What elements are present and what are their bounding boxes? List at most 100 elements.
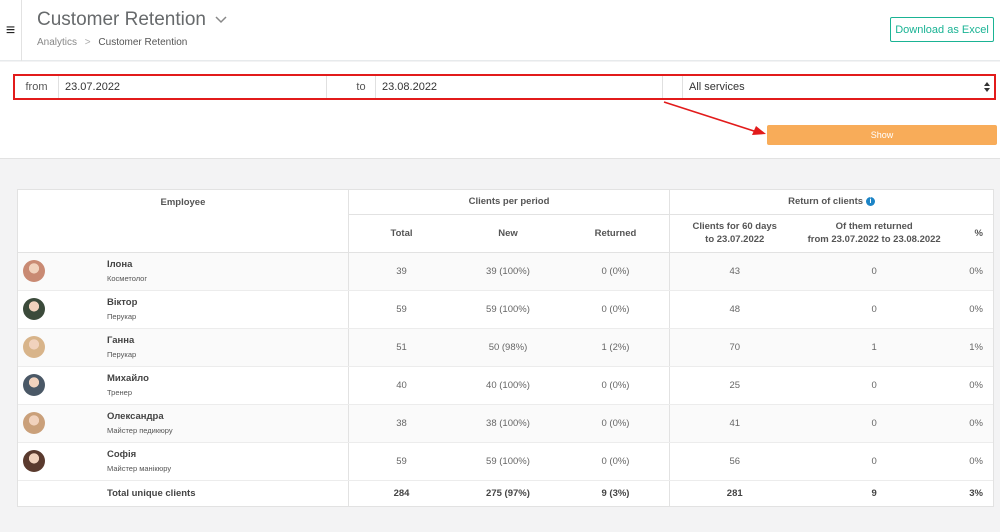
header-employee[interactable]: Employee (18, 190, 349, 253)
totals-total: 284 (347, 480, 455, 506)
cell-total: 59 (347, 442, 455, 481)
header-returned[interactable]: Returned (561, 214, 670, 253)
page-title-row[interactable]: Customer Retention (37, 9, 228, 31)
employee-cell: Михайло Тренер (18, 366, 349, 405)
header-of-them-returned[interactable]: Of them returned from 23.07.2022 to 23.0… (799, 214, 949, 253)
header-return-of-clients: Return of clients i (669, 190, 993, 215)
employee-cell: Софія Майстер манікюру (18, 442, 349, 481)
cell-of-them: 0 (799, 290, 949, 329)
table-row[interactable]: Ганна Перукар 51 50 (98%) 1 (2%) 70 1 1% (18, 328, 993, 367)
cell-clients60: 41 (669, 404, 800, 443)
retention-table-container: Employee Clients per period Return of cl… (17, 189, 994, 507)
avatar (23, 260, 45, 282)
cell-total: 39 (347, 252, 455, 291)
cell-returned: 0 (0%) (561, 404, 670, 443)
employee-role: Косметолог (107, 274, 148, 283)
header-percent[interactable]: % (949, 214, 993, 253)
employee-cell: Ілона Косметолог (18, 252, 349, 291)
employee-role: Майстер педикюру (107, 426, 173, 435)
cell-returned: 0 (0%) (561, 442, 670, 481)
employee-role: Майстер манікюру (107, 464, 172, 473)
employee-cell: Ганна Перукар (18, 328, 349, 367)
retention-table: Employee Clients per period Return of cl… (18, 190, 993, 506)
download-excel-button[interactable]: Download as Excel (890, 17, 994, 42)
cell-total: 40 (347, 366, 455, 405)
employee-name[interactable]: Софія (107, 449, 171, 460)
cell-new: 59 (100%) (454, 290, 562, 329)
table-row[interactable]: Михайло Тренер 40 40 (100%) 0 (0%) 25 0 0% (18, 366, 993, 405)
cell-total: 59 (347, 290, 455, 329)
totals-of-them: 9 (871, 487, 877, 499)
cell-pct: 0% (949, 404, 993, 443)
employee-name[interactable]: Віктор (107, 297, 137, 308)
cell-new: 39 (100%) (454, 252, 562, 291)
table-row[interactable]: Олександра Майстер педикюру 38 38 (100%) 0 (… (18, 404, 993, 443)
breadcrumb-analytics[interactable]: Analytics (37, 37, 77, 48)
employee-cell: Олександра Майстер педикюру (18, 404, 349, 443)
cell-pct: 1% (949, 328, 993, 367)
cell-total: 51 (347, 328, 455, 367)
cell-of-them: 0 (799, 404, 949, 443)
cell-total: 38 (347, 404, 455, 443)
avatar (23, 298, 45, 320)
employee-name[interactable]: Михайло (107, 373, 149, 384)
chevron-down-icon[interactable] (214, 13, 228, 27)
header-new[interactable]: New (454, 214, 562, 253)
breadcrumb-current: Customer Retention (98, 37, 188, 48)
employee-name[interactable]: Ганна (107, 335, 136, 346)
menu-icon[interactable]: ≡ (0, 0, 22, 61)
avatar (23, 412, 45, 434)
cell-returned: 0 (0%) (561, 252, 670, 291)
header-clients-60-days-line2: to 23.07.2022 (705, 234, 765, 245)
table-row[interactable]: Віктор Перукар 59 59 (100%) 0 (0%) 48 0 0% (18, 290, 993, 329)
avatar (23, 336, 45, 358)
cell-returned: 0 (0%) (561, 290, 670, 329)
totals-new: 275 (97%) (486, 487, 530, 499)
employee-name[interactable]: Олександра (107, 411, 173, 422)
cell-clients60: 70 (669, 328, 800, 367)
header-clients-60-days-line1: Clients for 60 days (692, 221, 777, 232)
totals-row: Total unique clients 284 275 (97%) 9 (3%… (18, 480, 993, 506)
cell-pct: 0% (949, 442, 993, 481)
totals-returned: 9 (3%) (601, 487, 630, 499)
table-row[interactable]: Софія Майстер манікюру 59 59 (100%) 0 (0%) 56… (18, 442, 993, 481)
cell-pct: 0% (949, 366, 993, 405)
cell-of-them: 0 (799, 366, 949, 405)
totals-pct: 3% (969, 487, 983, 499)
avatar (23, 450, 45, 472)
employee-role: Перукар (107, 350, 137, 359)
totals-clients60: 281 (669, 480, 800, 506)
table-row[interactable]: Ілона Косметолог 39 39 (100%) 0 (0%) 43 0 0% (18, 252, 993, 291)
filter-panel: from 23.07.2022 to 23.08.2022 All servic… (0, 62, 1000, 159)
top-bar: ≡ Customer Retention Analytics > Custome… (0, 0, 1000, 61)
show-button[interactable]: Show (767, 125, 997, 145)
cell-clients60: 25 (669, 366, 800, 405)
breadcrumb-separator: > (84, 37, 91, 48)
header-return-of-clients-label: Return of clients (788, 196, 864, 208)
employee-role: Перукар (107, 312, 137, 321)
info-icon[interactable]: i (866, 197, 876, 207)
header-clients-60-days[interactable]: Clients for 60 days to 23.07.2022 (669, 214, 800, 253)
title-area: Customer Retention Analytics > Customer … (37, 9, 228, 48)
cell-returned: 1 (2%) (561, 328, 670, 367)
employee-name[interactable]: Ілона (107, 259, 147, 270)
cell-of-them: 0 (799, 442, 949, 481)
cell-pct: 0% (949, 290, 993, 329)
table-body: Ілона Косметолог 39 39 (100%) 0 (0%) 43 0 0% Вік… (18, 252, 993, 481)
cell-clients60: 43 (669, 252, 800, 291)
header-row-groups: Employee Clients per period Return of cl… (18, 190, 993, 253)
cell-new: 38 (100%) (454, 404, 562, 443)
avatar (23, 374, 45, 396)
breadcrumb: Analytics > Customer Retention (37, 37, 228, 48)
employee-role: Тренер (107, 388, 132, 397)
cell-new: 50 (98%) (454, 328, 562, 367)
totals-label: Total unique clients (107, 487, 196, 499)
cell-of-them: 1 (799, 328, 949, 367)
cell-pct: 0% (949, 252, 993, 291)
cell-clients60: 48 (669, 290, 800, 329)
header-total[interactable]: Total (347, 214, 455, 253)
header-of-them-returned-line2: from 23.07.2022 to 23.08.2022 (807, 234, 941, 245)
cell-new: 59 (100%) (454, 442, 562, 481)
page-title: Customer Retention (37, 9, 206, 30)
cell-new: 40 (100%) (454, 366, 562, 405)
